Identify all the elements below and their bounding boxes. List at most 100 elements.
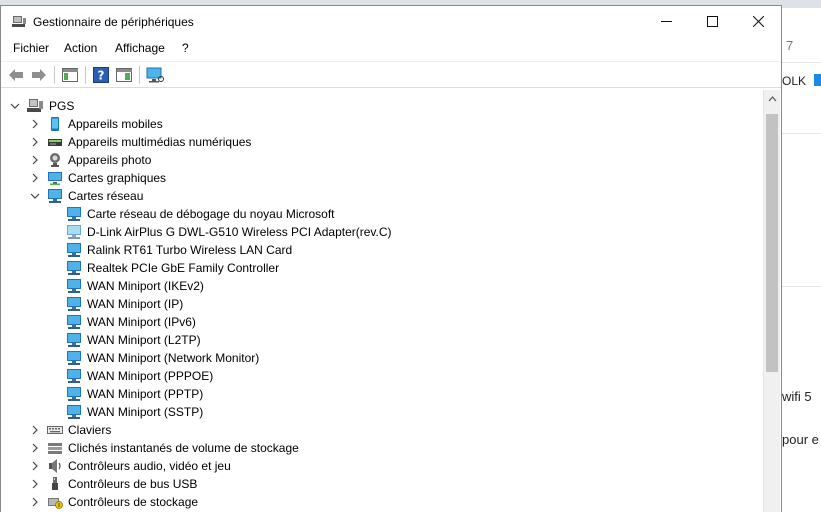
device-row[interactable]: WAN Miniport (IKEv2) <box>1 277 761 295</box>
device-label: Carte réseau de débogage du noyau Micros… <box>87 207 335 221</box>
device-label: Appareils multimédias numériques <box>68 135 252 149</box>
network-adapter-icon <box>67 261 81 275</box>
device-label: Clichés instantanés de volume de stockag… <box>68 441 299 455</box>
device-label: Cartes réseau <box>68 189 144 203</box>
tree-root-row[interactable]: PGS <box>1 97 761 115</box>
menu-affichage[interactable]: Affichage <box>115 41 165 55</box>
device-row[interactable]: WAN Miniport (IPv6) <box>1 313 761 331</box>
device-category-row[interactable]: Contrôleurs de bus USB <box>1 475 761 493</box>
media-device-icon <box>48 139 62 146</box>
device-label: Cartes graphiques <box>68 171 167 185</box>
device-category-row[interactable]: Contrôleurs audio, vidéo et jeu <box>1 457 761 475</box>
device-row[interactable]: WAN Miniport (Network Monitor) <box>1 349 761 367</box>
device-tree: PGS Appareils mobiles Appareils multimédi… <box>1 90 761 512</box>
device-label: D-Link AirPlus G DWL-G510 Wireless PCI A… <box>87 225 392 239</box>
network-adapter-icon <box>67 369 81 383</box>
expander-closed-icon[interactable] <box>30 460 40 472</box>
maximize-button[interactable] <box>689 6 735 37</box>
close-button[interactable] <box>735 6 781 37</box>
expander-closed-icon[interactable] <box>30 154 40 166</box>
device-row[interactable]: WAN Miniport (PPTP) <box>1 385 761 403</box>
network-adapter-icon <box>67 243 81 257</box>
device-row[interactable]: D-Link AirPlus G DWL-G510 Wireless PCI A… <box>1 223 761 241</box>
network-adapter-icon <box>67 387 81 401</box>
expander-closed-icon[interactable] <box>30 136 40 148</box>
device-label: Contrôleurs audio, vidéo et jeu <box>68 459 231 473</box>
device-category-row[interactable]: Claviers <box>1 421 761 439</box>
expander-open-icon[interactable] <box>10 100 20 112</box>
help-button[interactable]: ? <box>92 66 110 84</box>
help-icon: ? <box>93 67 109 83</box>
display-adapter-icon <box>48 172 62 185</box>
device-category-row[interactable]: Cartes réseau <box>1 187 761 205</box>
device-category-row[interactable]: Contrôleurs de stockage <box>1 493 761 511</box>
device-label: WAN Miniport (IP) <box>87 297 184 311</box>
device-row[interactable]: WAN Miniport (L2TP) <box>1 331 761 349</box>
device-label: Realtek PCIe GbE Family Controller <box>87 261 280 275</box>
expander-closed-icon[interactable] <box>30 442 40 454</box>
device-row[interactable]: WAN Miniport (PPPOE) <box>1 367 761 385</box>
menu-help[interactable]: ? <box>182 41 189 55</box>
device-category-row[interactable]: Cartes graphiques <box>1 169 761 187</box>
window-title: Gestionnaire de périphériques <box>33 15 194 29</box>
computer-icon <box>27 99 43 112</box>
action-pane-button[interactable] <box>115 66 133 84</box>
expander-closed-icon[interactable] <box>30 424 40 436</box>
back-button[interactable] <box>7 66 25 84</box>
device-label: Ralink RT61 Turbo Wireless LAN Card <box>87 243 293 257</box>
device-label: WAN Miniport (IPv6) <box>87 315 196 329</box>
network-adapter-icon <box>67 333 81 347</box>
usb-icon <box>52 477 58 490</box>
audio-icon <box>49 459 61 473</box>
close-icon <box>752 16 764 27</box>
expander-closed-icon[interactable] <box>30 118 40 130</box>
storage-controller-icon <box>48 498 63 509</box>
forward-button[interactable] <box>30 66 48 84</box>
background-page: 7 OLK wifi 5 pour e <box>782 8 821 512</box>
device-label: WAN Miniport (L2TP) <box>87 333 201 347</box>
device-row[interactable]: Ralink RT61 Turbo Wireless LAN Card <box>1 241 761 259</box>
device-label: WAN Miniport (PPTP) <box>87 387 204 401</box>
expander-closed-icon[interactable] <box>30 172 40 184</box>
scroll-thumb[interactable] <box>766 114 778 372</box>
action-pane-icon <box>116 68 132 82</box>
device-label: WAN Miniport (PPPOE) <box>87 369 214 383</box>
expander-open-icon[interactable] <box>30 190 40 202</box>
device-row[interactable]: WAN Miniport (SSTP) <box>1 403 761 421</box>
show-hide-console-tree-button[interactable] <box>61 66 79 84</box>
device-label: Appareils photo <box>68 153 152 167</box>
menu-fichier[interactable]: Fichier <box>13 41 49 55</box>
title-bar[interactable]: Gestionnaire de périphériques <box>1 6 781 37</box>
network-adapter-icon <box>67 279 81 293</box>
device-row[interactable]: WAN Miniport (IP) <box>1 295 761 313</box>
minimize-button[interactable] <box>643 6 689 37</box>
background-text-3: wifi 5 <box>782 389 812 404</box>
mobile-device-icon <box>51 117 59 131</box>
forward-arrow-icon <box>32 69 46 81</box>
device-row[interactable]: Realtek PCIe GbE Family Controller <box>1 259 761 277</box>
menu-action[interactable]: Action <box>64 41 97 55</box>
device-manager-window: Gestionnaire de périphériques Fichier Ac… <box>0 5 782 512</box>
scroll-up-button[interactable] <box>764 90 781 107</box>
device-label: WAN Miniport (IKEv2) <box>87 279 204 293</box>
console-tree-icon <box>62 68 78 82</box>
scan-hardware-button[interactable] <box>146 66 164 84</box>
device-label: WAN Miniport (SSTP) <box>87 405 204 419</box>
network-adapter-icon <box>67 207 81 221</box>
device-label: Claviers <box>68 423 112 437</box>
background-text-4: pour e <box>782 432 819 447</box>
expander-closed-icon[interactable] <box>30 496 40 508</box>
expander-closed-icon[interactable] <box>30 478 40 490</box>
vertical-scrollbar[interactable] <box>763 90 780 512</box>
device-category-row[interactable]: Appareils photo <box>1 151 761 169</box>
device-label: Contrôleurs de stockage <box>68 495 199 509</box>
network-adapter-icon <box>48 189 62 203</box>
scan-hardware-icon <box>146 67 164 83</box>
keyboard-icon <box>47 426 63 434</box>
device-row[interactable]: Carte réseau de débogage du noyau Micros… <box>1 205 761 223</box>
device-category-row[interactable]: Appareils mobiles <box>1 115 761 133</box>
background-blue-mark <box>814 74 821 86</box>
device-category-row[interactable]: Appareils multimédias numériques <box>1 133 761 151</box>
network-adapter-icon <box>67 297 81 311</box>
device-category-row[interactable]: Clichés instantanés de volume de stockag… <box>1 439 761 457</box>
